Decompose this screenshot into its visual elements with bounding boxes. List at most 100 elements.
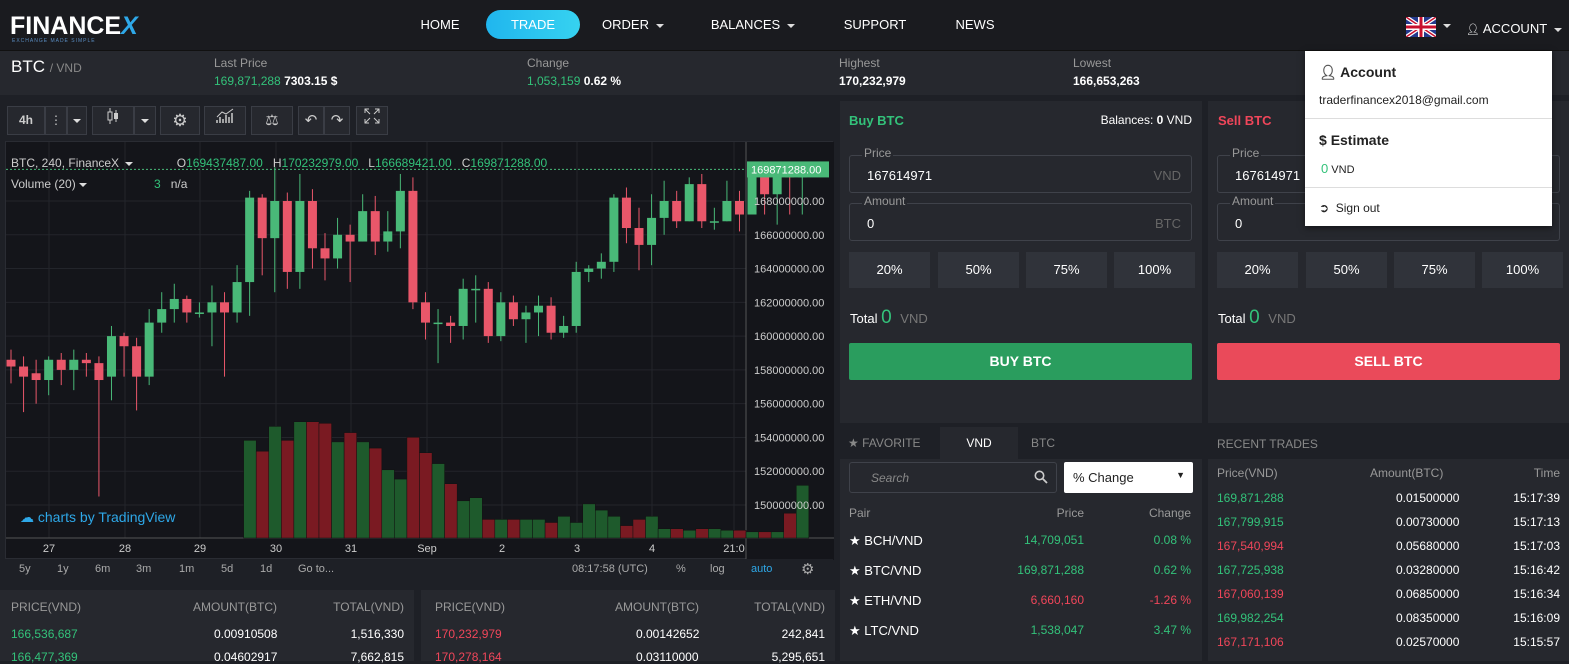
volume-bar [733, 530, 747, 539]
goto-date[interactable]: Go to... [298, 563, 334, 575]
auto-toggle[interactable]: auto [751, 563, 772, 575]
interval-button[interactable]: 4h [7, 106, 45, 135]
y-tick-label: 150000000.00 [754, 500, 824, 512]
range-3m[interactable]: 3m [136, 563, 151, 575]
buy-balances: Balances: 0 VND [1100, 113, 1192, 127]
nav-order[interactable]: ORDER [590, 10, 676, 39]
range-1y[interactable]: 1y [57, 563, 69, 575]
sell-button[interactable]: SELL BTC [1217, 343, 1560, 380]
range-1d[interactable]: 1d [260, 563, 272, 575]
more-icon[interactable]: ⋮ [45, 106, 67, 135]
buy-pct-50[interactable]: 50% [938, 252, 1019, 288]
star-icon[interactable]: ★ [849, 623, 864, 638]
ob-buy-price[interactable]: 166,536,687 [11, 627, 78, 641]
fullscreen-icon[interactable] [356, 106, 388, 135]
undo-icon[interactable]: ↶ [298, 106, 324, 135]
volume-bar [670, 528, 684, 539]
logo[interactable]: FINANCEX [10, 12, 138, 41]
market-head-pair: Pair [849, 506, 871, 520]
volume-bar [507, 519, 521, 539]
indicators-icon[interactable] [204, 106, 246, 135]
nav-support[interactable]: SUPPORT [830, 10, 920, 39]
buy-button[interactable]: BUY BTC [849, 343, 1192, 380]
settings-gear-icon[interactable]: ⚙︎ [160, 106, 200, 135]
x-tick-label: Sep [417, 543, 437, 555]
star-icon[interactable]: ★ [849, 563, 864, 578]
sort-select[interactable]: % Change ▼ [1064, 462, 1193, 493]
tab-vnd[interactable]: VND [940, 427, 1018, 459]
compare-scale-icon[interactable]: ⚖︎ [251, 106, 293, 135]
price-chart[interactable]: 169871288.00 168000000.00 166000000.00 1640… [5, 141, 834, 560]
ob-sell-price[interactable]: 170,278,164 [435, 650, 502, 664]
range-1m[interactable]: 1m [179, 563, 194, 575]
candle-body [31, 373, 41, 381]
interval-dropdown[interactable] [67, 106, 87, 135]
dollar-icon: $ [1319, 132, 1327, 148]
tradingview-watermark[interactable]: ☁︎ charts by TradingView [20, 509, 175, 526]
buy-price-field[interactable]: Price 167614971 VND [849, 146, 1192, 193]
nav-trade[interactable]: TRADE [486, 10, 580, 39]
volume-bar [356, 441, 370, 539]
change-label: Change [527, 56, 570, 70]
legend-symbol[interactable]: BTC, 240, FinanceX [11, 156, 119, 170]
sell-pct-75[interactable]: 75% [1394, 252, 1475, 288]
signout-link[interactable]: ➲ Sign out [1319, 201, 1380, 215]
candle-body [232, 282, 242, 313]
chevron-down-icon [655, 23, 664, 28]
chart-type-dropdown[interactable] [134, 106, 156, 135]
ob-buy-price[interactable]: 166,477,369 [11, 650, 78, 664]
volume-bar [632, 519, 646, 539]
ob-sell-price[interactable]: 170,232,979 [435, 627, 502, 641]
market-price: 14,709,051 [1023, 533, 1084, 547]
nav-home[interactable]: HOME [400, 10, 480, 39]
tab-favorite[interactable]: ★ FAVORITE [848, 436, 921, 450]
buy-pct-100[interactable]: 100% [1114, 252, 1195, 288]
nav-balances[interactable]: BALANCES [700, 10, 806, 39]
market-pair: ★ BTC/VND [849, 563, 921, 579]
market-row[interactable]: ★ ETH/VND 6,660,160 -1.26 % [840, 591, 1202, 615]
x-tick-label: 3 [574, 543, 580, 555]
star-icon[interactable]: ★ [849, 533, 864, 548]
sell-pct-100[interactable]: 100% [1482, 252, 1563, 288]
market-row[interactable]: ★ LTC/VND 1,538,047 3.47 % [840, 621, 1202, 645]
log-toggle[interactable]: log [710, 563, 725, 575]
market-row[interactable]: ★ BTC/VND 169,871,288 0.62 % [840, 561, 1202, 585]
tab-btc[interactable]: BTC [1031, 436, 1055, 450]
star-icon[interactable]: ★ [849, 593, 864, 608]
volume-bar [419, 452, 433, 539]
market-pair-name: ETH/VND [864, 593, 922, 608]
buy-pct-20[interactable]: 20% [849, 252, 930, 288]
recent-amount: 0.03280000 [1396, 563, 1460, 577]
market-price: 1,538,047 [1030, 623, 1084, 637]
account-menu-toggle[interactable]: 👤︎ ACCOUNT [1466, 21, 1563, 36]
settings-gear-icon[interactable]: ⚙︎ [801, 560, 814, 578]
range-5d[interactable]: 5d [221, 563, 233, 575]
candlestick-chart[interactable]: 169871288.00 168000000.00 166000000.00 1640… [6, 142, 834, 560]
buy-amount-field[interactable]: Amount 0 BTC [849, 194, 1192, 241]
range-5y[interactable]: 5y [19, 563, 31, 575]
highest-value: 170,232,979 [839, 74, 906, 88]
recent-time: 15:17:03 [1513, 539, 1560, 553]
market-row[interactable]: ★ BCH/VND 14,709,051 0.08 % [840, 531, 1202, 555]
chart-legend: BTC, 240, FinanceX O169437487.00 H170232… [11, 156, 548, 170]
range-6m[interactable]: 6m [95, 563, 110, 575]
recent-amount: 0.06850000 [1396, 587, 1460, 601]
recent-price: 167,799,915 [1217, 515, 1284, 529]
language-selector[interactable] [1404, 15, 1438, 39]
y-tick-label: 166000000.00 [754, 230, 824, 242]
sell-pct-20[interactable]: 20% [1217, 252, 1298, 288]
candle-body [446, 322, 456, 326]
candle-body [370, 211, 380, 242]
lowest-value: 166,653,263 [1073, 74, 1140, 88]
chevron-down-icon [1554, 27, 1563, 32]
buy-pct-75[interactable]: 75% [1026, 252, 1107, 288]
volume-bar [394, 478, 408, 539]
sell-pct-50[interactable]: 50% [1306, 252, 1387, 288]
redo-icon[interactable]: ↷ [324, 106, 350, 135]
recent-amount: 0.01500000 [1396, 491, 1460, 505]
percent-toggle[interactable]: % [676, 563, 686, 575]
search-input[interactable]: Search [849, 462, 1057, 493]
nav-news[interactable]: NEWS [940, 10, 1010, 39]
market-price: 6,660,160 [1030, 593, 1084, 607]
candles-icon[interactable] [92, 106, 134, 135]
